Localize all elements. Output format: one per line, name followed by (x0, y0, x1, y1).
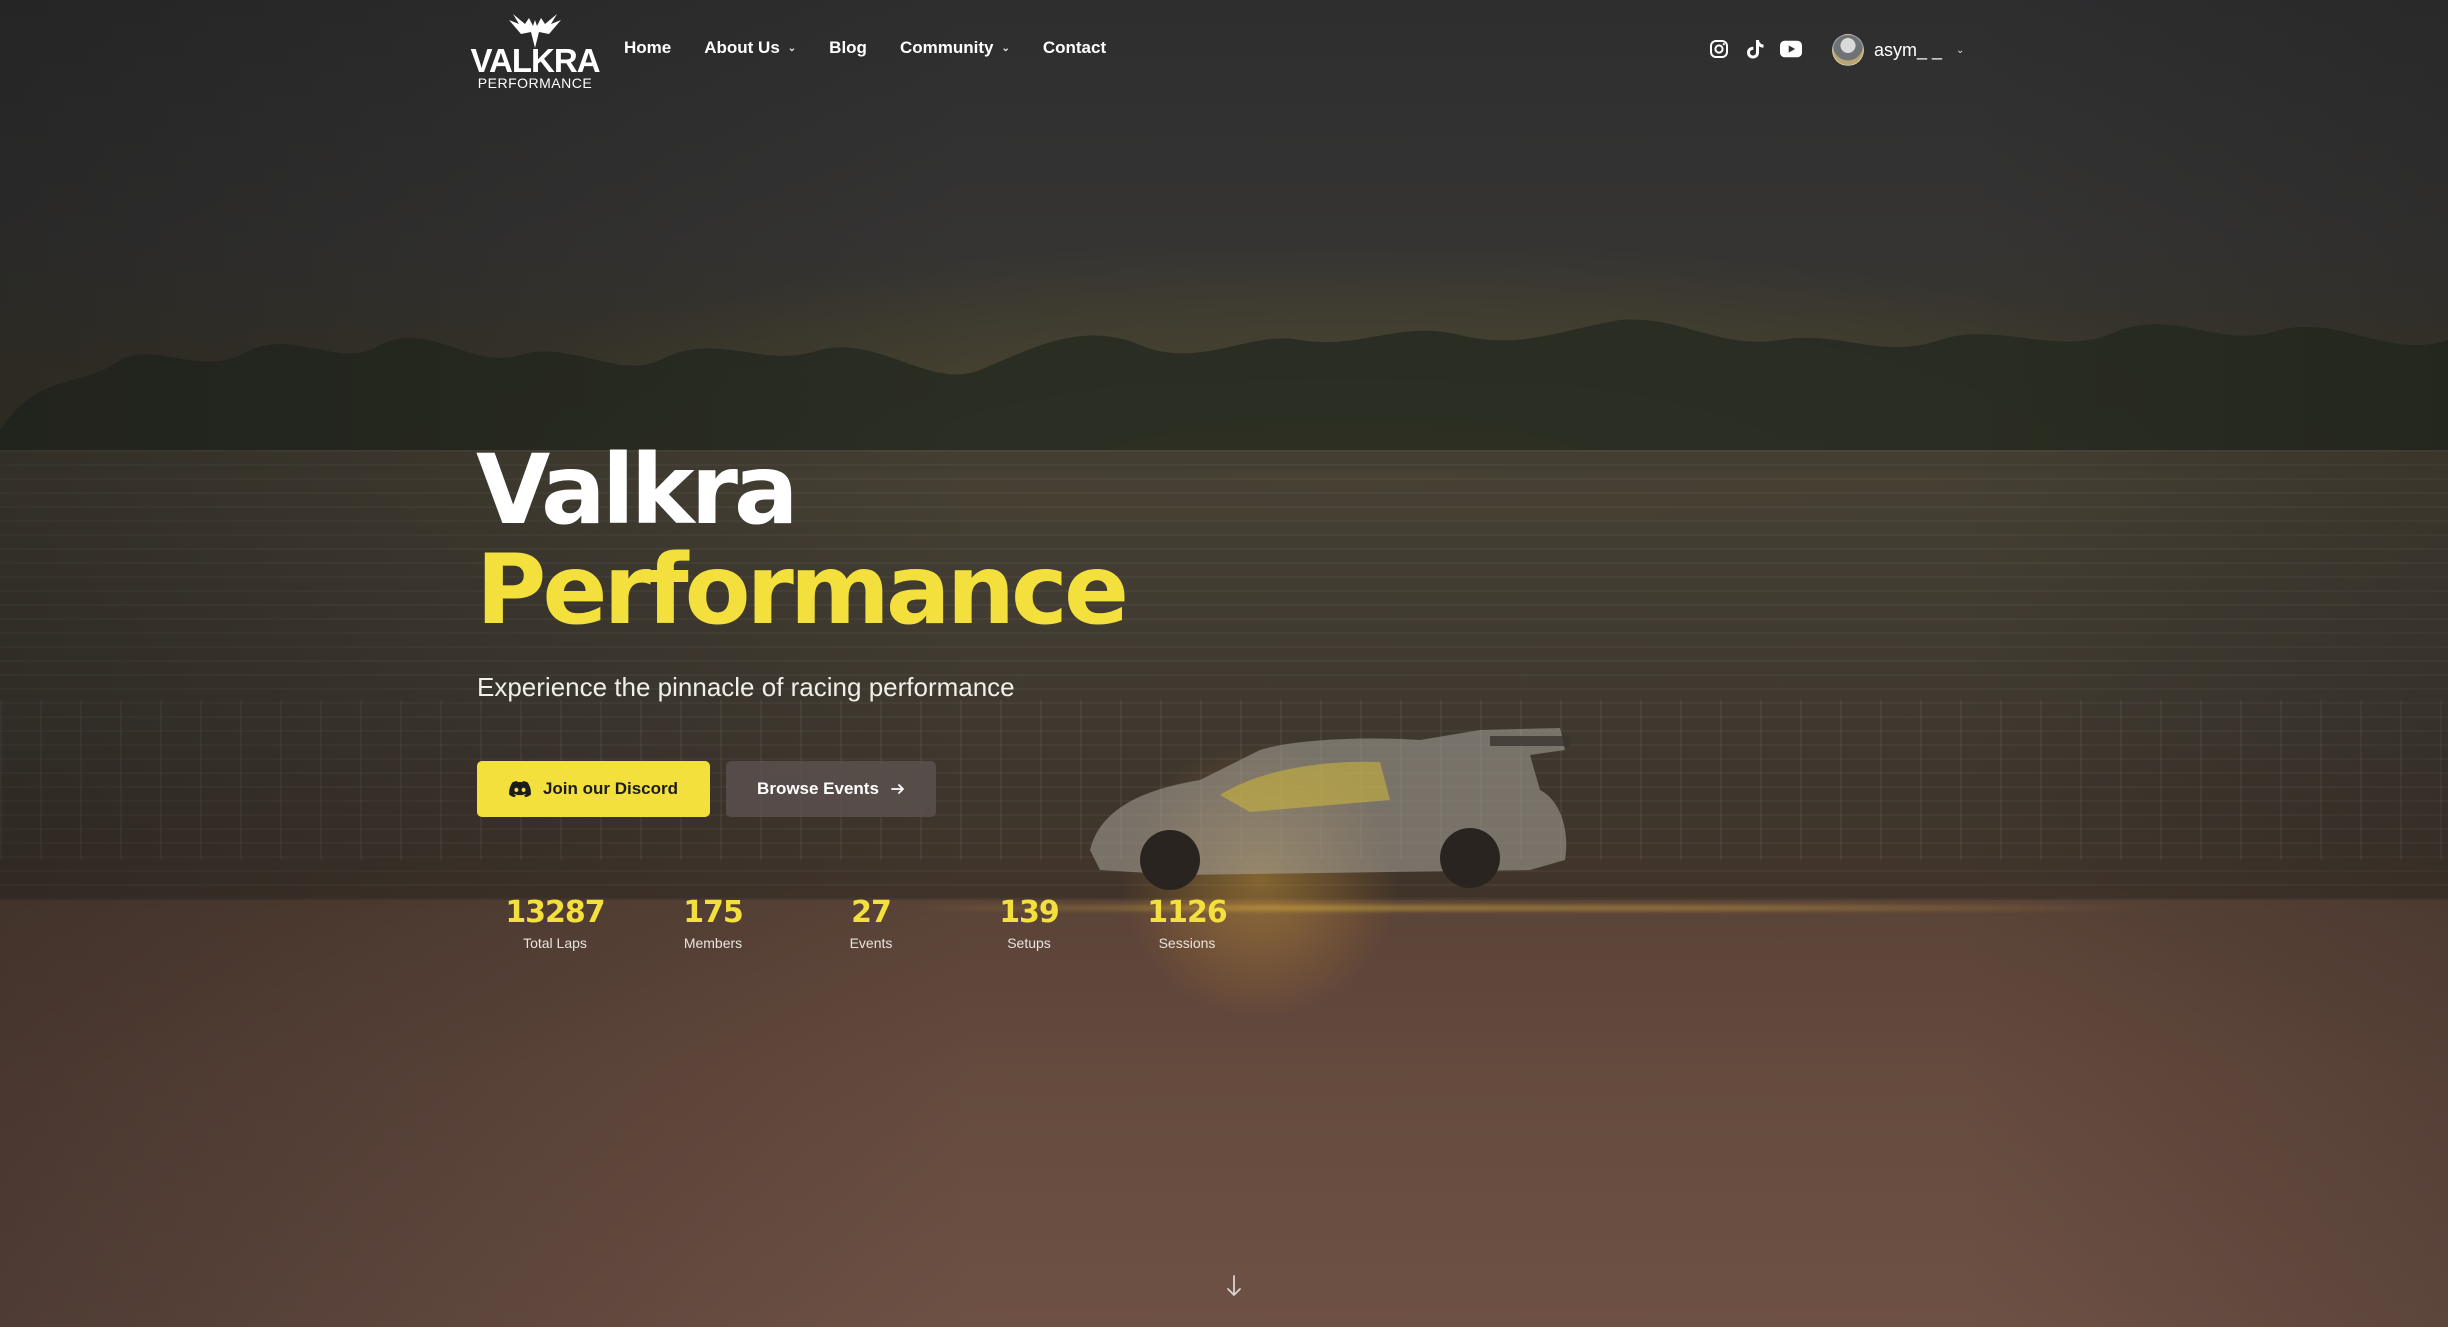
hero-actions: Join our Discord Browse Events (477, 761, 936, 817)
nav-about-us[interactable]: About Us ⌄ (704, 38, 796, 58)
user-menu[interactable]: asym_ _ ⌄ (1832, 34, 1964, 66)
site-header: VALKRA PERFORMANCE Home About Us ⌄ Blog … (0, 0, 2448, 104)
hero-subtitle: Experience the pinnacle of racing perfor… (477, 672, 1015, 702)
hero-title-line2: Performance (476, 534, 1129, 646)
nav-community[interactable]: Community ⌄ (900, 38, 1010, 58)
nav-home[interactable]: Home (624, 38, 671, 58)
nav-blog-label: Blog (829, 38, 867, 57)
stat-value: 1126 (1147, 895, 1227, 930)
join-discord-label: Join our Discord (542, 779, 679, 798)
logo-wordmark: VALKRA (470, 42, 600, 79)
username: asym_ _ (1874, 39, 1943, 60)
stat-members: 175 Members (634, 895, 792, 951)
hero-background (0, 0, 2448, 1327)
stat-label: Members (683, 935, 743, 951)
chevron-down-icon: ⌄ (1001, 42, 1010, 54)
tiktok-icon[interactable] (1744, 38, 1766, 60)
brand-logo[interactable]: VALKRA PERFORMANCE (470, 12, 601, 96)
youtube-icon[interactable] (1780, 38, 1802, 60)
main-navigation: Home About Us ⌄ Blog Community ⌄ Contact (624, 38, 1106, 58)
stat-label: Sessions (1158, 935, 1216, 951)
chevron-down-icon: ⌄ (787, 42, 797, 54)
nav-contact-label: Contact (1042, 38, 1107, 57)
logo-subtitle: PERFORMANCE (477, 75, 593, 91)
vignette-overlay (0, 0, 2448, 1327)
discord-icon (509, 781, 531, 797)
nav-home-label: Home (624, 38, 672, 57)
stat-label: Events (849, 935, 893, 951)
stat-value: 27 (851, 895, 892, 930)
avatar (1832, 34, 1864, 66)
hero-title: Valkra Performance (476, 434, 1129, 646)
nav-contact[interactable]: Contact (1043, 38, 1106, 58)
browse-events-button[interactable]: Browse Events (726, 761, 936, 817)
stat-setups: 139 Setups (950, 895, 1108, 951)
hero-title-line1: Valkra (476, 434, 799, 546)
stat-value: 175 (683, 895, 744, 930)
stat-label: Total Laps (523, 935, 587, 951)
browse-events-label: Browse Events (757, 779, 879, 798)
stat-events: 27 Events (792, 895, 950, 951)
stat-value: 13287 (505, 895, 605, 930)
stat-total-laps: 13287 Total Laps (476, 895, 634, 951)
nav-about-us-label: About Us (704, 38, 780, 57)
stat-label: Setups (1007, 935, 1051, 951)
join-discord-button[interactable]: Join our Discord (477, 761, 710, 817)
stat-sessions: 1126 Sessions (1108, 895, 1266, 951)
social-links (1708, 38, 1802, 60)
instagram-icon[interactable] (1708, 38, 1730, 60)
nav-community-label: Community (899, 38, 994, 57)
scroll-down-icon[interactable] (1222, 1274, 1246, 1302)
arrow-right-icon (891, 783, 905, 795)
stat-value: 139 (999, 895, 1060, 930)
stats-row: 13287 Total Laps 175 Members 27 Events 1… (476, 895, 1266, 951)
chevron-down-icon: ⌄ (1956, 44, 1965, 56)
nav-blog[interactable]: Blog (829, 38, 867, 58)
